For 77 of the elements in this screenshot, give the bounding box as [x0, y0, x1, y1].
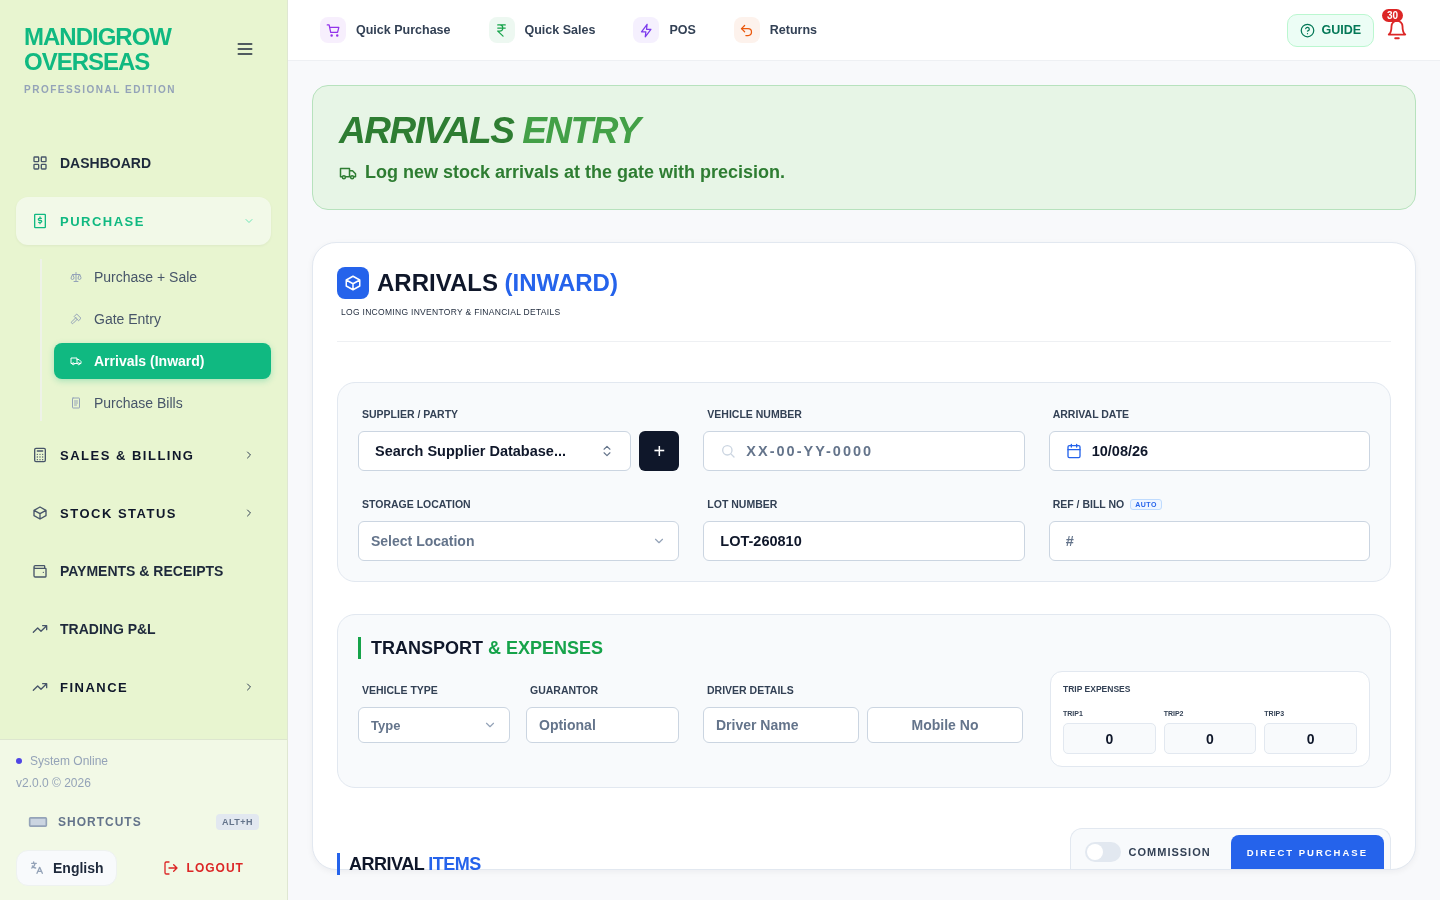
field-label: GUARANTOR [530, 684, 599, 696]
amount-field[interactable]: 0 [1163, 723, 1257, 754]
version-text: v2.0.0 © 2026 [16, 776, 92, 790]
search-icon [720, 443, 737, 459]
wallet-icon [32, 563, 48, 579]
cart-icon [325, 22, 341, 38]
notifications-button[interactable] [1386, 19, 1408, 41]
amount-field[interactable]: 0 [1264, 723, 1357, 754]
calendar-icon [1065, 443, 1082, 459]
shortcuts-button[interactable]: SHORTCUTS ALT+H [16, 812, 271, 832]
nav-subitem[interactable]: Gate Entry [54, 301, 271, 337]
field-label: ARRIVAL DATE [1052, 408, 1130, 420]
nav-item[interactable]: STOCK STATUS [16, 489, 271, 537]
panel-title: TRIP EXPENSES [1063, 684, 1132, 694]
input-field[interactable]: Optional [526, 707, 679, 743]
field-label: LOT NUMBER [707, 498, 778, 510]
receipt-icon [70, 397, 82, 409]
page-title: ARRIVALS ENTRY [339, 110, 1389, 152]
quick-link[interactable]: Returns [733, 17, 817, 43]
guide-button[interactable]: GUIDE [1287, 13, 1374, 47]
quick-link[interactable]: Quick Purchase [320, 17, 451, 43]
section-title: ARRIVAL ITEMS [337, 853, 481, 875]
brand-logo: MANDIGROW OVERSEAS [24, 24, 171, 74]
input-field[interactable]: Driver Name [703, 707, 859, 743]
truck-icon [70, 355, 82, 367]
nav-subitem[interactable]: Purchase Bills [54, 385, 271, 421]
logout-button[interactable]: LOGOUT [156, 859, 250, 877]
edition-label: PROFESSIONAL EDITION [23, 83, 178, 95]
date-field[interactable]: 10/08/26 [1048, 431, 1370, 471]
translate-icon [29, 860, 45, 876]
hammer-icon [70, 313, 82, 325]
input-field[interactable]: XX-00-YY-0000 [703, 431, 1025, 471]
input-field[interactable]: LOT-260810 [703, 521, 1025, 561]
nav-item[interactable]: PAYMENTS & RECEIPTS [16, 547, 271, 595]
status-text: System Online [30, 754, 109, 768]
commission-toggle[interactable]: COMMISSION [1084, 842, 1211, 862]
undo-icon [739, 22, 755, 38]
field-label: STORAGE LOCATION [362, 498, 471, 510]
field-label: REF / BILL NO [1052, 498, 1125, 510]
box-icon [32, 505, 48, 521]
quick-link[interactable]: POS [633, 17, 696, 43]
field-label: SUPPLIER / PARTY [362, 408, 459, 420]
direct-purchase-button[interactable]: DIRECT PURCHASE [1230, 835, 1384, 869]
input-field[interactable]: Mobile No [867, 707, 1023, 743]
select-field[interactable]: Type [358, 707, 510, 743]
form-title: ARRIVALS (INWARD) [377, 269, 618, 297]
field-label: DRIVER DETAILS [707, 684, 794, 696]
rupee-icon [494, 22, 509, 38]
nav-item[interactable]: SALES & BILLING [16, 431, 271, 479]
receipt-icon [32, 213, 48, 229]
notification-badge: 30 [1382, 9, 1404, 22]
page-subtitle: Log new stock arrivals at the gate with precision. [365, 162, 786, 183]
select-field[interactable]: Search Supplier Database... [358, 431, 632, 471]
quick-link[interactable]: Quick Sales [488, 17, 596, 43]
shortcut-key: ALT+H [215, 814, 259, 830]
add-button[interactable]: + [639, 431, 680, 471]
amount-field[interactable]: 0 [1063, 723, 1156, 754]
calculator-icon [32, 447, 48, 463]
logout-icon [162, 860, 179, 876]
bell-icon [1386, 19, 1408, 41]
nav-item[interactable]: DASHBOARD [16, 139, 271, 187]
select-field[interactable]: Select Location [358, 521, 680, 561]
input-field[interactable]: # [1048, 521, 1370, 561]
language-button[interactable]: English [16, 850, 117, 886]
status-dot [16, 758, 22, 764]
nav-item[interactable]: FINANCE [16, 663, 271, 711]
nav-subitem[interactable]: Purchase + Sale [54, 259, 271, 295]
field-label: VEHICLE NUMBER [707, 408, 802, 420]
lightning-icon [638, 22, 654, 38]
form-subtitle: LOG INCOMING INVENTORY & FINANCIAL DETAILS [341, 307, 562, 317]
grid-icon [32, 155, 48, 171]
nav-item[interactable]: TRADING P&L [16, 605, 271, 653]
help-icon [1300, 22, 1316, 38]
scale-icon [70, 271, 82, 283]
section-title: TRANSPORT & EXPENSES [358, 637, 1370, 659]
toggle-switch[interactable] [1084, 842, 1121, 862]
field-label: VEHICLE TYPE [362, 684, 438, 696]
